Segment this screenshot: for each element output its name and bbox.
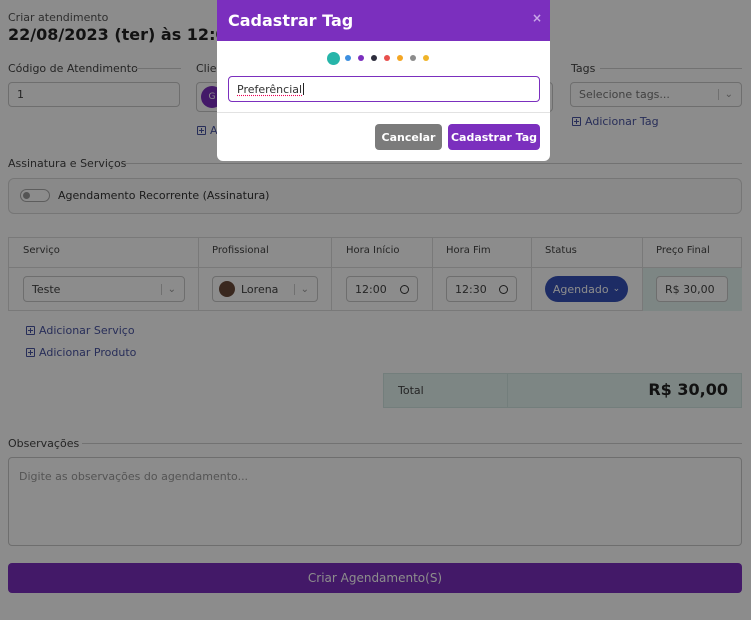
- close-icon[interactable]: ×: [532, 11, 542, 25]
- color-dot[interactable]: [410, 55, 416, 61]
- modal-header: Cadastrar Tag ×: [217, 0, 550, 41]
- color-dot[interactable]: [327, 51, 340, 65]
- cadastrar-tag-modal: Cadastrar Tag × Preferêncial Cancelar Ca…: [217, 0, 550, 161]
- cancel-button[interactable]: Cancelar: [375, 124, 442, 150]
- color-dot[interactable]: [397, 55, 403, 61]
- text-cursor: [303, 83, 305, 95]
- cancel-label: Cancelar: [381, 130, 436, 144]
- modal-footer-line: [217, 112, 550, 113]
- modal-title: Cadastrar Tag: [228, 11, 354, 30]
- cadastrar-tag-label: Cadastrar Tag: [450, 130, 538, 144]
- color-dot[interactable]: [345, 55, 351, 61]
- color-dot[interactable]: [423, 55, 429, 61]
- color-dot[interactable]: [384, 55, 390, 61]
- tag-name-input[interactable]: Preferêncial: [228, 76, 540, 102]
- cadastrar-tag-button[interactable]: Cadastrar Tag: [448, 124, 540, 150]
- color-dot[interactable]: [371, 55, 377, 61]
- color-dot[interactable]: [358, 55, 364, 61]
- tag-name-value: Preferêncial: [237, 82, 303, 96]
